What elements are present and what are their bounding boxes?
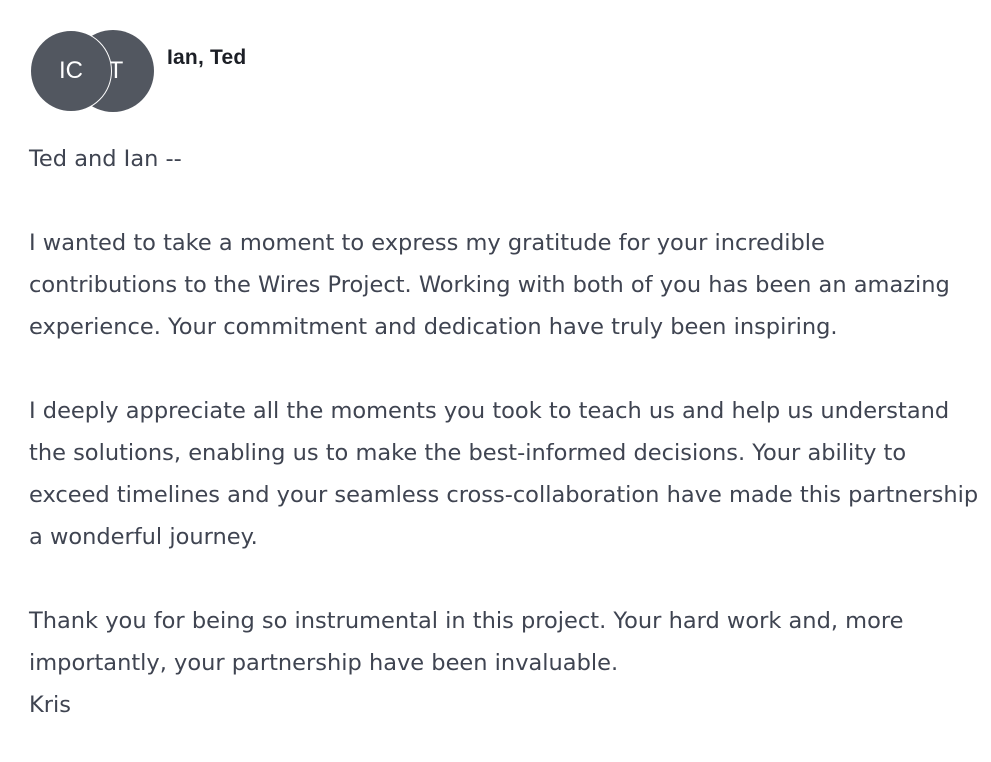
message-paragraph: I deeply appreciate all the moments you … bbox=[29, 398, 979, 550]
recipients-names[interactable]: Ian, Ted bbox=[167, 46, 246, 70]
message-paragraph: I wanted to take a moment to express my … bbox=[29, 230, 950, 340]
message-signature: Kris bbox=[29, 692, 71, 718]
avatar-initials: IC bbox=[59, 57, 83, 84]
message-greeting: Ted and Ian -- bbox=[29, 146, 182, 172]
message-header: T IC Ian, Ted bbox=[0, 0, 991, 120]
avatar[interactable]: IC bbox=[30, 30, 112, 112]
message-paragraph: Thank you for being so instrumental in t… bbox=[29, 608, 904, 676]
message-body: Ted and Ian -- I wanted to take a moment… bbox=[29, 138, 979, 726]
